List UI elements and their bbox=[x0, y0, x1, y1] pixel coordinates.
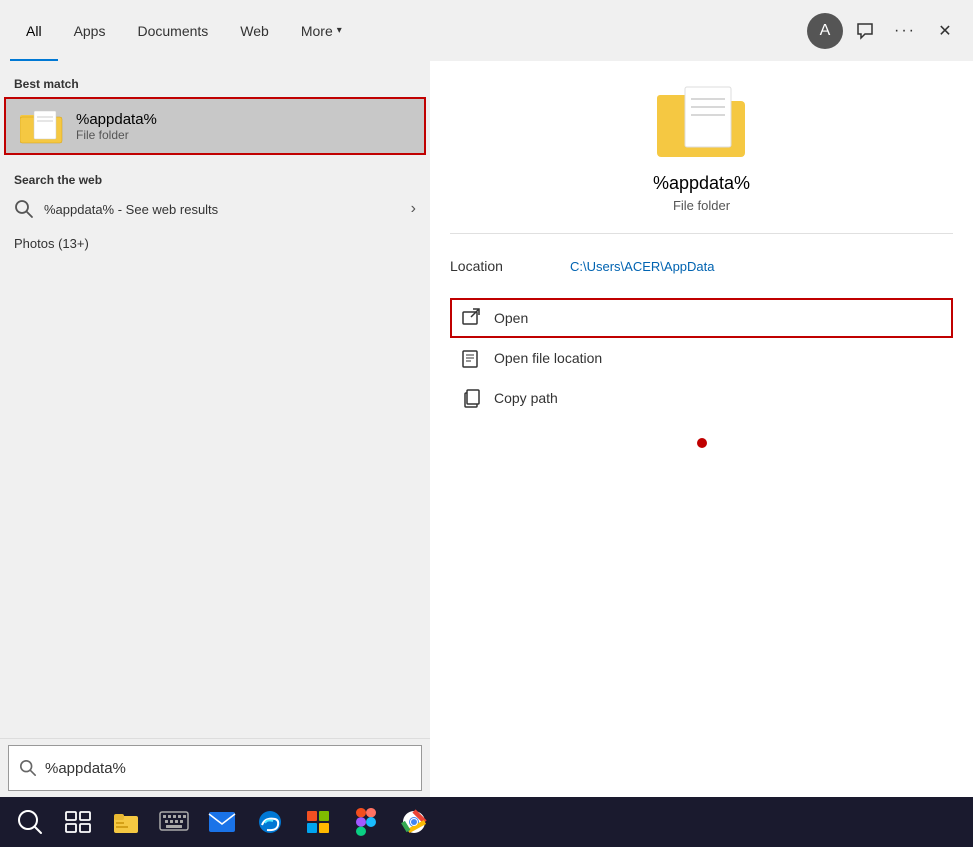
taskbar-store-item[interactable] bbox=[296, 800, 340, 844]
left-panel: Best match %appdata% File folder bbox=[0, 61, 430, 797]
result-name: %appdata% bbox=[653, 173, 750, 194]
taskbar-taskview-item[interactable] bbox=[56, 800, 100, 844]
left-content: Best match %appdata% File folder bbox=[0, 61, 430, 738]
folder-icon bbox=[20, 107, 64, 145]
taskview-icon bbox=[64, 808, 92, 836]
search-bar-container bbox=[0, 738, 430, 797]
result-type: File folder bbox=[673, 198, 730, 213]
web-search-arrow-icon: › bbox=[411, 200, 416, 218]
file-location-icon bbox=[462, 348, 482, 368]
web-search-text: %appdata% - See web results bbox=[44, 202, 411, 217]
nav-tabs: All Apps Documents Web More ▾ bbox=[10, 0, 807, 61]
feedback-icon bbox=[856, 22, 874, 40]
best-match-label: Best match bbox=[0, 69, 430, 95]
more-options-button[interactable]: ··· bbox=[887, 13, 923, 49]
taskbar-search-item[interactable] bbox=[8, 800, 52, 844]
result-folder-icon bbox=[657, 81, 747, 161]
user-avatar-button[interactable]: A bbox=[807, 13, 843, 49]
tab-web[interactable]: Web bbox=[224, 0, 285, 61]
taskbar-search-icon bbox=[16, 808, 44, 836]
tab-apps[interactable]: Apps bbox=[58, 0, 122, 61]
location-row: Location C:\Users\ACER\AppData bbox=[450, 250, 953, 282]
right-panel: %appdata% File folder Location C:\Users\… bbox=[430, 61, 973, 797]
best-match-item[interactable]: %appdata% File folder bbox=[4, 97, 426, 155]
open-file-location-label: Open file location bbox=[494, 350, 602, 366]
open-label: Open bbox=[494, 310, 528, 326]
close-button[interactable]: ✕ bbox=[927, 13, 963, 49]
store-icon bbox=[305, 809, 331, 835]
search-bar-icon bbox=[19, 759, 37, 777]
copy-path-label: Copy path bbox=[494, 390, 558, 406]
copy-icon bbox=[462, 388, 482, 408]
actions-section: Open Open file location bbox=[450, 298, 953, 418]
ellipsis-icon: ··· bbox=[894, 22, 916, 40]
copy-path-action-item[interactable]: Copy path bbox=[450, 378, 953, 418]
keyboard-icon bbox=[159, 811, 189, 833]
web-search-label: Search the web bbox=[0, 165, 430, 191]
location-path-link[interactable]: C:\Users\ACER\AppData bbox=[570, 259, 715, 274]
tab-more[interactable]: More ▾ bbox=[285, 0, 358, 61]
main-content: Best match %appdata% File folder bbox=[0, 61, 973, 797]
web-search-item[interactable]: %appdata% - See web results › bbox=[0, 191, 430, 227]
search-bar bbox=[8, 745, 422, 791]
open-file-location-action-item[interactable]: Open file location bbox=[450, 338, 953, 378]
mail-icon bbox=[208, 811, 236, 833]
taskbar-edge-item[interactable] bbox=[248, 800, 292, 844]
search-window: All Apps Documents Web More ▾ A bbox=[0, 0, 973, 847]
best-match-name: %appdata% bbox=[76, 111, 157, 128]
search-input[interactable] bbox=[45, 760, 411, 777]
open-action-item[interactable]: Open bbox=[450, 298, 953, 338]
edge-icon bbox=[257, 809, 283, 835]
chevron-down-icon: ▾ bbox=[337, 25, 342, 36]
photos-label: Photos (13+) bbox=[14, 236, 89, 251]
tab-documents[interactable]: Documents bbox=[121, 0, 224, 61]
tab-all[interactable]: All bbox=[10, 0, 58, 61]
red-dot-indicator bbox=[697, 438, 707, 448]
close-icon: ✕ bbox=[938, 21, 951, 41]
taskbar-chrome-item[interactable] bbox=[392, 800, 436, 844]
best-match-info: %appdata% File folder bbox=[76, 111, 157, 142]
photos-section-item[interactable]: Photos (13+) bbox=[0, 227, 430, 261]
figma-icon bbox=[356, 808, 376, 836]
taskbar-mail-item[interactable] bbox=[200, 800, 244, 844]
search-icon bbox=[14, 199, 34, 219]
chrome-icon bbox=[401, 809, 427, 835]
open-icon bbox=[462, 308, 482, 328]
location-label: Location bbox=[450, 258, 530, 274]
top-nav: All Apps Documents Web More ▾ A bbox=[0, 0, 973, 61]
file-explorer-icon bbox=[112, 808, 140, 836]
nav-actions: A ··· ✕ bbox=[807, 0, 963, 61]
taskbar-figma-item[interactable] bbox=[344, 800, 388, 844]
taskbar-keyboard-item[interactable] bbox=[152, 800, 196, 844]
taskbar-file-explorer-item[interactable] bbox=[104, 800, 148, 844]
taskbar bbox=[0, 797, 973, 847]
feedback-button[interactable] bbox=[847, 13, 883, 49]
best-match-type: File folder bbox=[76, 128, 157, 142]
result-detail: %appdata% File folder bbox=[450, 81, 953, 234]
